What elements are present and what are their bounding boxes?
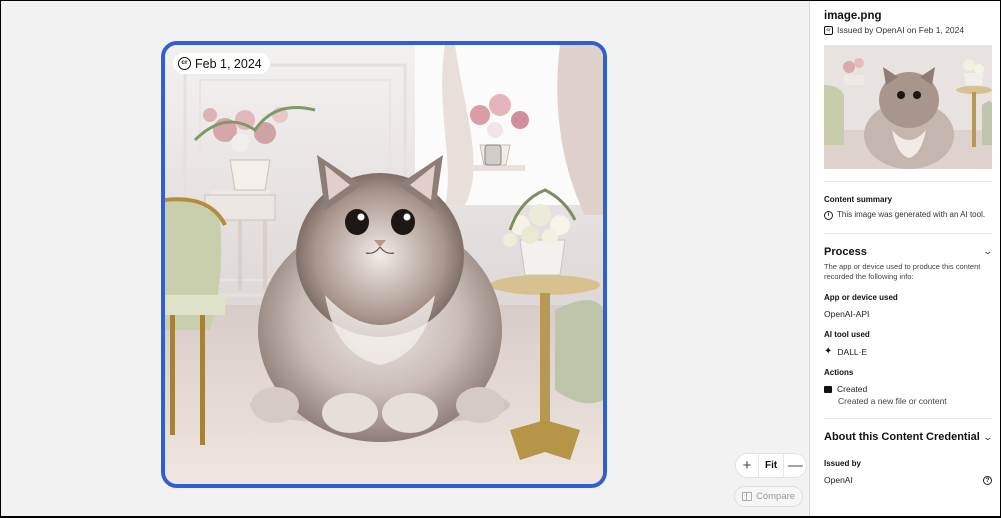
- dalle-icon: ✦: [824, 346, 833, 358]
- cat-image: [165, 45, 603, 484]
- issuer-name: OpenAI: [824, 475, 853, 486]
- divider: [824, 232, 992, 234]
- compare-icon: [742, 492, 752, 501]
- issued-by-label: Issued by: [824, 459, 861, 469]
- chevron-down-icon[interactable]: ⌄: [983, 432, 994, 443]
- divider: [824, 418, 992, 420]
- about-title: About this Content Credential: [824, 431, 980, 444]
- content-summary-label: Content summary: [824, 195, 893, 204]
- credentials-panel: image.png cr Issued by OpenAI on Feb 1, …: [809, 1, 1000, 516]
- app-device-value-text: OpenAI-API: [824, 309, 870, 320]
- cr-icon: cr: [178, 57, 191, 70]
- action-name: Created: [837, 384, 868, 395]
- about-section-header[interactable]: About this Content Credential ⌄: [824, 431, 994, 444]
- divider: [824, 181, 992, 182]
- compare-button[interactable]: Compare: [734, 486, 804, 507]
- ai-tool-label: AI tool used: [824, 330, 870, 340]
- issuer-row: OpenAI ?: [824, 475, 992, 485]
- canvas-area: cr Feb 1, 2024 + Fit — Compare: [1, 1, 809, 516]
- content-summary-text: This image was generated with an AI tool…: [837, 210, 986, 219]
- zoom-out-button[interactable]: —: [784, 454, 806, 477]
- cr-icon: cr: [824, 25, 833, 35]
- app-device-label: App or device used: [824, 293, 898, 303]
- selected-image-frame[interactable]: cr Feb 1, 2024: [161, 41, 607, 488]
- zoom-in-button[interactable]: +: [736, 454, 758, 477]
- ai-tool-value-text: DALL·E: [837, 346, 868, 357]
- thumbnail-image: [824, 45, 992, 169]
- image-thumbnail: [824, 45, 992, 169]
- actions-label: Actions: [824, 368, 854, 378]
- content-summary: i This image was generated with an AI to…: [824, 210, 992, 221]
- compare-label: Compare: [756, 491, 796, 502]
- action-icon: [824, 385, 832, 393]
- zoom-fit-button[interactable]: Fit: [758, 454, 785, 477]
- content-credentials-app: cr Feb 1, 2024 + Fit — Compare image.png…: [1, 1, 1000, 516]
- zoom-controls: + Fit —: [736, 454, 807, 477]
- file-name: image.png: [824, 10, 882, 22]
- info-icon: i: [824, 211, 833, 220]
- date-badge-text: Feb 1, 2024: [195, 56, 262, 71]
- ai-tool-value: ✦ DALL·E: [824, 346, 992, 357]
- date-badge[interactable]: cr Feb 1, 2024: [173, 53, 270, 74]
- process-description: The app or device used to produce this c…: [824, 261, 981, 281]
- action-description: Created a new file or content: [838, 396, 947, 407]
- process-title: Process: [824, 245, 867, 258]
- help-icon[interactable]: ?: [983, 475, 992, 485]
- issued-line: cr Issued by OpenAI on Feb 1, 2024: [824, 25, 992, 35]
- process-section-header[interactable]: Process ⌄: [824, 245, 994, 258]
- issued-line-text: Issued by OpenAI on Feb 1, 2024: [837, 25, 965, 35]
- app-device-value: OpenAI-API: [824, 309, 992, 319]
- action-item: Created: [824, 384, 992, 394]
- chevron-down-icon[interactable]: ⌄: [983, 246, 994, 257]
